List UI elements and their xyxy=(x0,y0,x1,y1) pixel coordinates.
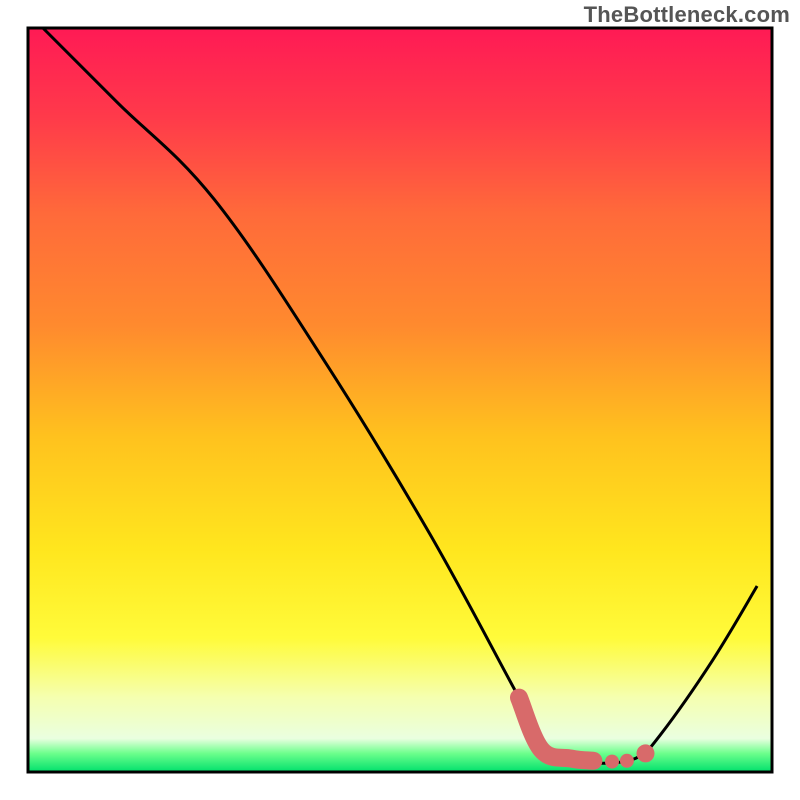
highlight-dot xyxy=(637,744,655,762)
bottleneck-chart xyxy=(0,0,800,800)
highlight-dot xyxy=(620,754,634,768)
plot-area xyxy=(28,28,772,772)
highlight-dot xyxy=(605,755,619,769)
chart-container: TheBottleneck.com xyxy=(0,0,800,800)
gradient-background xyxy=(28,28,772,772)
